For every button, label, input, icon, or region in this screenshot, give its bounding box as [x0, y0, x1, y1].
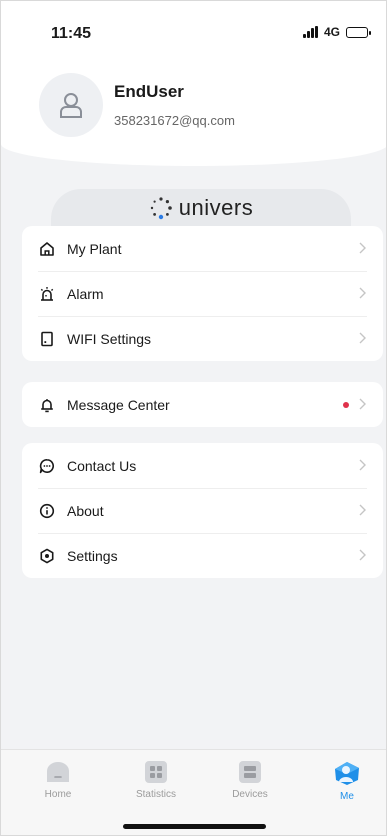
user-email: 358231672@qq.com [114, 113, 235, 128]
status-time: 11:45 [51, 25, 92, 42]
bell-icon [38, 396, 56, 414]
chevron-right-icon [359, 398, 366, 410]
statistics-tab-icon [145, 761, 167, 783]
home-icon [38, 240, 56, 258]
tab-label: Home [44, 789, 72, 800]
chevron-right-icon [359, 504, 366, 516]
tab-me[interactable]: Me [317, 760, 377, 802]
me-tab-icon [335, 762, 359, 785]
info-icon [38, 502, 56, 520]
menu-item-message-center[interactable]: Message Center [22, 382, 383, 427]
tab-label: Statistics [135, 789, 176, 800]
menu-card-support: Contact Us About Settings [22, 443, 383, 578]
network-type: 4G [323, 25, 340, 39]
menu-item-label: My Plant [67, 240, 122, 257]
signal-icon [302, 26, 318, 38]
brand-name: univers [178, 195, 254, 220]
avatar[interactable] [39, 73, 103, 137]
tab-devices[interactable]: Devices [220, 760, 280, 800]
tab-home[interactable]: Home [28, 760, 88, 800]
settings-icon [38, 547, 56, 565]
status-indicators: 4G [302, 25, 371, 39]
menu-item-settings[interactable]: Settings [22, 533, 383, 578]
menu-item-wifi-settings[interactable]: WIFI Settings [22, 316, 383, 361]
menu-item-my-plant[interactable]: My Plant [22, 226, 383, 271]
bottom-tab-bar: Home Statistics Devices Me [1, 749, 386, 835]
menu-item-about[interactable]: About [22, 488, 383, 533]
status-bar: 11:45 4G [1, 1, 386, 63]
user-icon [60, 93, 82, 118]
menu-item-label: Message Center [67, 396, 170, 413]
menu-item-label: Contact Us [67, 457, 137, 474]
devices-tab-icon [239, 761, 261, 783]
tab-label: Devices [232, 789, 268, 800]
tab-label: Me [340, 791, 354, 802]
chevron-right-icon [359, 242, 366, 254]
menu-item-label: Alarm [67, 285, 104, 302]
user-name: EndUser [114, 82, 184, 101]
chevron-right-icon [359, 332, 366, 344]
chat-icon [38, 457, 56, 475]
menu-item-alarm[interactable]: Alarm [22, 271, 383, 316]
tab-statistics[interactable]: Statistics [126, 760, 186, 800]
home-indicator[interactable] [123, 824, 266, 829]
menu-item-label: WIFI Settings [67, 330, 152, 347]
device-icon [38, 330, 56, 348]
home-tab-icon [47, 762, 69, 782]
menu-item-label: About [67, 502, 104, 519]
brand-logo-icon [150, 197, 172, 220]
menu-card-plant: My Plant Alarm WIFI Settings [22, 226, 383, 361]
battery-icon [346, 26, 371, 38]
menu-item-label: Settings [67, 547, 118, 564]
chevron-right-icon [359, 549, 366, 561]
chevron-right-icon [359, 287, 366, 299]
alarm-icon [38, 285, 56, 303]
menu-card-messages: Message Center [22, 382, 383, 427]
unread-badge [343, 402, 349, 408]
chevron-right-icon [359, 459, 366, 471]
me-screen: 11:45 4G EndUser 358231672@qq.com univer… [0, 0, 387, 836]
menu-item-contact-us[interactable]: Contact Us [22, 443, 383, 488]
